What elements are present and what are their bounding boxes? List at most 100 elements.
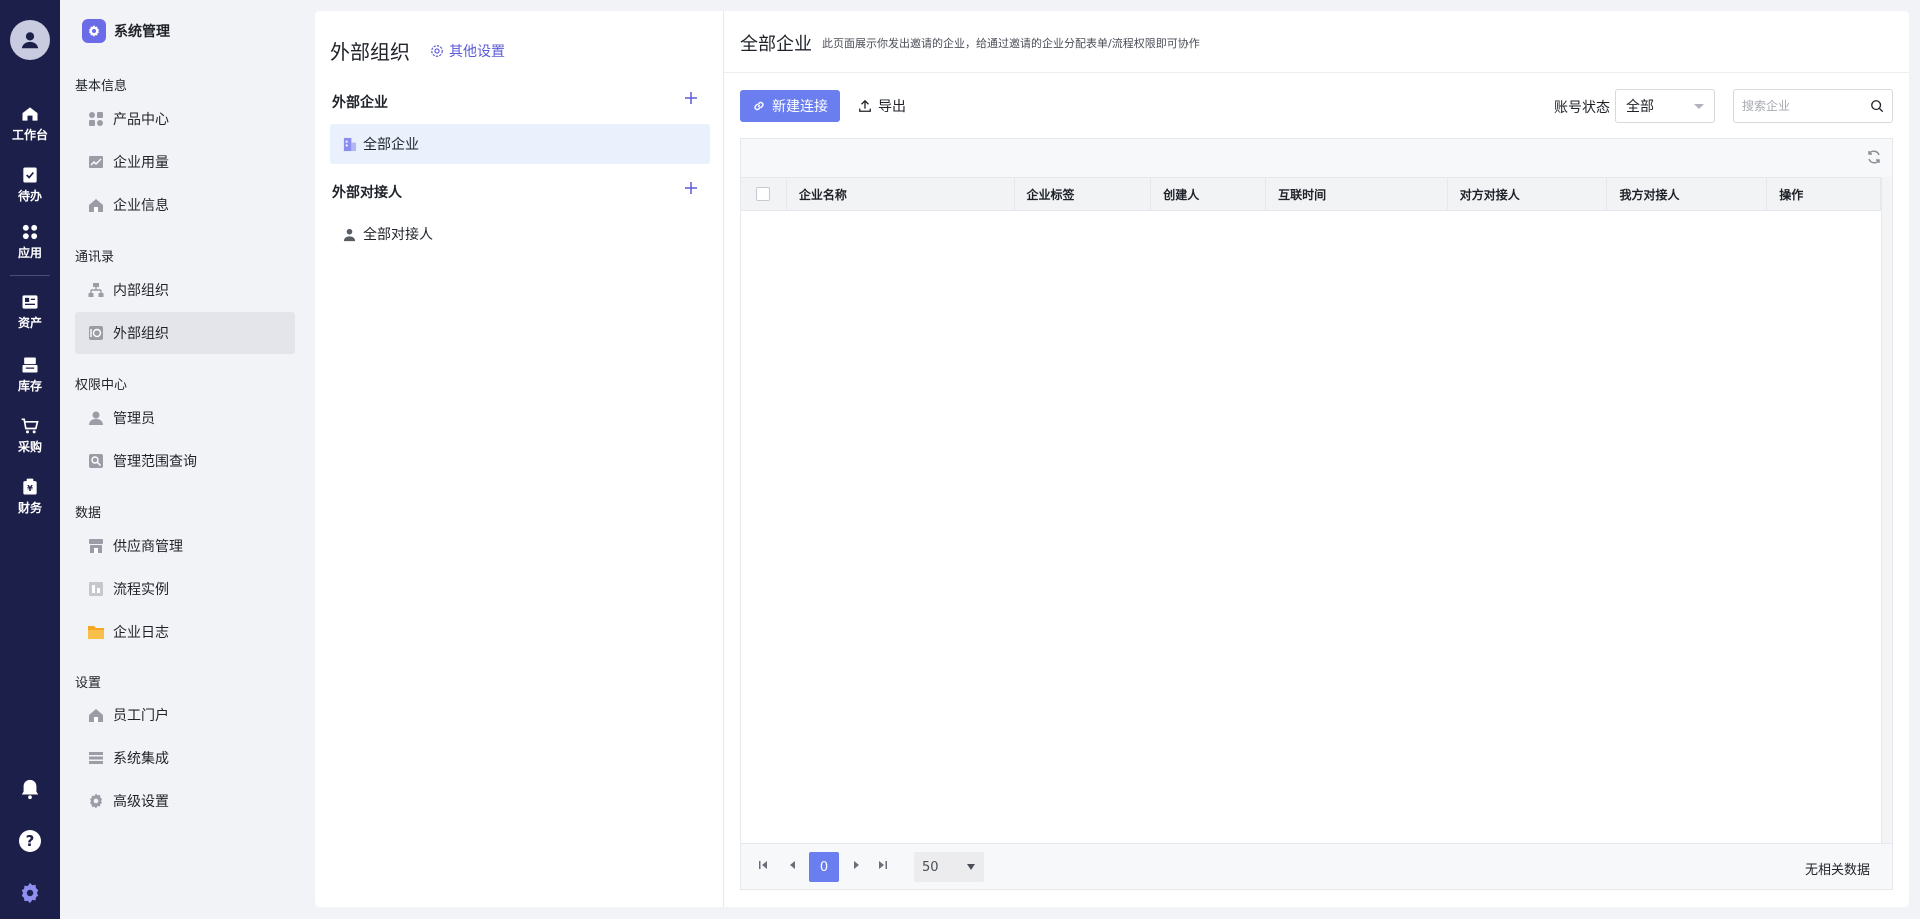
rail-item-todo[interactable]: 待办 (0, 165, 60, 204)
divider (724, 72, 1909, 73)
tree-item-all-companies[interactable]: 全部企业 (330, 124, 710, 164)
sidebar-item-label: 产品中心 (113, 112, 169, 128)
upload-icon (859, 99, 871, 112)
group-label-data: 数据 (75, 506, 102, 521)
rail-divider (10, 275, 50, 276)
sidebar-item-label: 外部组织 (113, 326, 169, 342)
sidebar-item-label: 系统集成 (113, 751, 169, 767)
first-page-icon[interactable] (757, 859, 769, 875)
export-button[interactable]: 导出 (858, 90, 906, 122)
sidebar-item-label: 企业日志 (113, 625, 169, 641)
org-icon (87, 281, 105, 299)
search-icon[interactable] (1870, 99, 1884, 117)
other-settings-link[interactable]: 其他设置 (430, 41, 505, 61)
rail-label: 资产 (17, 316, 42, 330)
rail-label: 待办 (17, 189, 42, 203)
cart-icon (21, 418, 39, 434)
search-input[interactable] (1742, 99, 1867, 113)
gear-icon (87, 792, 105, 810)
rail-item-inventory[interactable]: 库存 (0, 355, 60, 394)
sidebar-item-integration[interactable]: 系统集成 (75, 737, 295, 779)
help-icon: ? (19, 830, 41, 852)
supplier-icon (87, 537, 105, 555)
company-search (1733, 89, 1893, 123)
caret-down-icon (967, 864, 975, 870)
sidebar-item-admin[interactable]: 管理员 (75, 397, 295, 439)
sidebar-item-label: 供应商管理 (113, 539, 183, 555)
new-connection-button[interactable]: 新建连接 (740, 90, 840, 122)
tree-item-all-contacts[interactable]: 全部对接人 (330, 214, 710, 254)
group-label-permissions: 权限中心 (75, 378, 128, 393)
sidebar-item-usage[interactable]: 企业用量 (75, 141, 295, 183)
rail-item-apps[interactable]: 应用 (0, 222, 60, 261)
add-contact-button[interactable] (684, 181, 698, 199)
vertical-scrollbar[interactable] (1881, 177, 1892, 853)
empty-status-text: 无相关数据 (1804, 863, 1870, 878)
rail-label: 采购 (17, 440, 42, 454)
rail-label: 财务 (17, 501, 42, 515)
prev-page-icon[interactable] (787, 859, 799, 875)
column-header-name[interactable]: 企业名称 (787, 178, 1015, 210)
help-button[interactable]: ? (0, 815, 60, 867)
section-external-companies: 外部企业 (332, 95, 388, 111)
sidebar-item-company-info[interactable]: 企业信息 (75, 184, 295, 226)
last-page-icon[interactable] (877, 859, 889, 875)
sidebar-item-label: 企业信息 (113, 198, 169, 214)
user-avatar[interactable] (10, 20, 50, 60)
sidebar-item-portal[interactable]: 员工门户 (75, 694, 295, 736)
settings-button[interactable] (0, 867, 60, 919)
sidebar-item-label: 企业用量 (113, 155, 169, 171)
rail-item-purchase[interactable]: 采购 (0, 416, 60, 455)
group-label-contacts: 通讯录 (75, 250, 115, 265)
tree-item-label: 全部企业 (363, 137, 419, 153)
column-header-tags[interactable]: 企业标签 (1015, 178, 1152, 210)
column-header-connect-time[interactable]: 互联时间 (1266, 178, 1448, 210)
sidebar-item-label: 高级设置 (113, 794, 169, 810)
product-icon (87, 110, 105, 128)
sidebar-item-product-center[interactable]: 产品中心 (75, 98, 295, 140)
sidebar-item-process[interactable]: 流程实例 (75, 568, 295, 610)
page-size-value: 50 (922, 859, 939, 875)
rail-item-finance[interactable]: ¥ 财务 (0, 477, 60, 516)
bell-icon (21, 779, 39, 800)
page-size-select[interactable]: 50 (914, 852, 984, 882)
sidebar-item-supplier[interactable]: 供应商管理 (75, 525, 295, 567)
column-header-our-contact[interactable]: 我方对接人 (1607, 178, 1768, 210)
link-icon (754, 101, 764, 111)
panel-title: 外部组织 (330, 40, 410, 64)
current-page[interactable]: 0 (809, 852, 839, 882)
column-header-their-contact[interactable]: 对方对接人 (1448, 178, 1608, 210)
org-tree-panel: 外部组织 其他设置 外部企业 全部企业 外部对接人 全部对接人 (315, 11, 724, 907)
user-icon (21, 32, 39, 49)
group-label-settings: 设置 (75, 676, 102, 691)
company-list-panel: 全部企业 此页面展示你发出邀请的企业，给通过邀请的企业分配表单/流程权限即可协作… (724, 11, 1909, 907)
account-status-label: 账号状态 (1554, 100, 1610, 116)
app-rail: 工作台 待办 应用 资产 库存 采购 ¥ 财务 ? (0, 0, 60, 919)
todo-icon (23, 167, 37, 183)
refresh-icon[interactable] (1866, 149, 1882, 169)
account-status-select[interactable]: 全部 (1615, 89, 1715, 123)
rail-item-workbench[interactable]: 工作台 (0, 104, 60, 143)
svg-text:¥: ¥ (27, 483, 33, 493)
plus-icon (685, 182, 697, 194)
system-sidebar: 系统管理 基本信息 产品中心 企业用量 企业信息 通讯录 内部组织 外部组织 权… (60, 0, 300, 919)
column-header-creator[interactable]: 创建人 (1151, 178, 1267, 210)
column-header-actions: 操作 (1767, 178, 1882, 210)
rail-label: 工作台 (11, 128, 48, 142)
rail-bottom: ? (0, 763, 60, 919)
scope-search-icon (87, 452, 105, 470)
select-all-checkbox[interactable] (756, 187, 771, 201)
sidebar-item-advanced[interactable]: 高级设置 (75, 780, 295, 822)
rail-item-assets[interactable]: 资产 (0, 292, 60, 331)
sidebar-title: 系统管理 (114, 24, 170, 40)
sidebar-item-label: 管理范围查询 (113, 454, 197, 470)
sidebar-item-internal-org[interactable]: 内部组织 (75, 269, 295, 311)
settings-icon (431, 45, 443, 57)
sidebar-item-external-org[interactable]: 外部组织 (75, 312, 295, 354)
sidebar-item-scope-search[interactable]: 管理范围查询 (75, 440, 295, 482)
add-company-button[interactable] (684, 91, 698, 109)
notification-button[interactable] (0, 763, 60, 815)
sidebar-item-company-log[interactable]: 企业日志 (75, 611, 295, 653)
next-page-icon[interactable] (850, 859, 862, 875)
sidebar-item-label: 员工门户 (113, 708, 169, 724)
